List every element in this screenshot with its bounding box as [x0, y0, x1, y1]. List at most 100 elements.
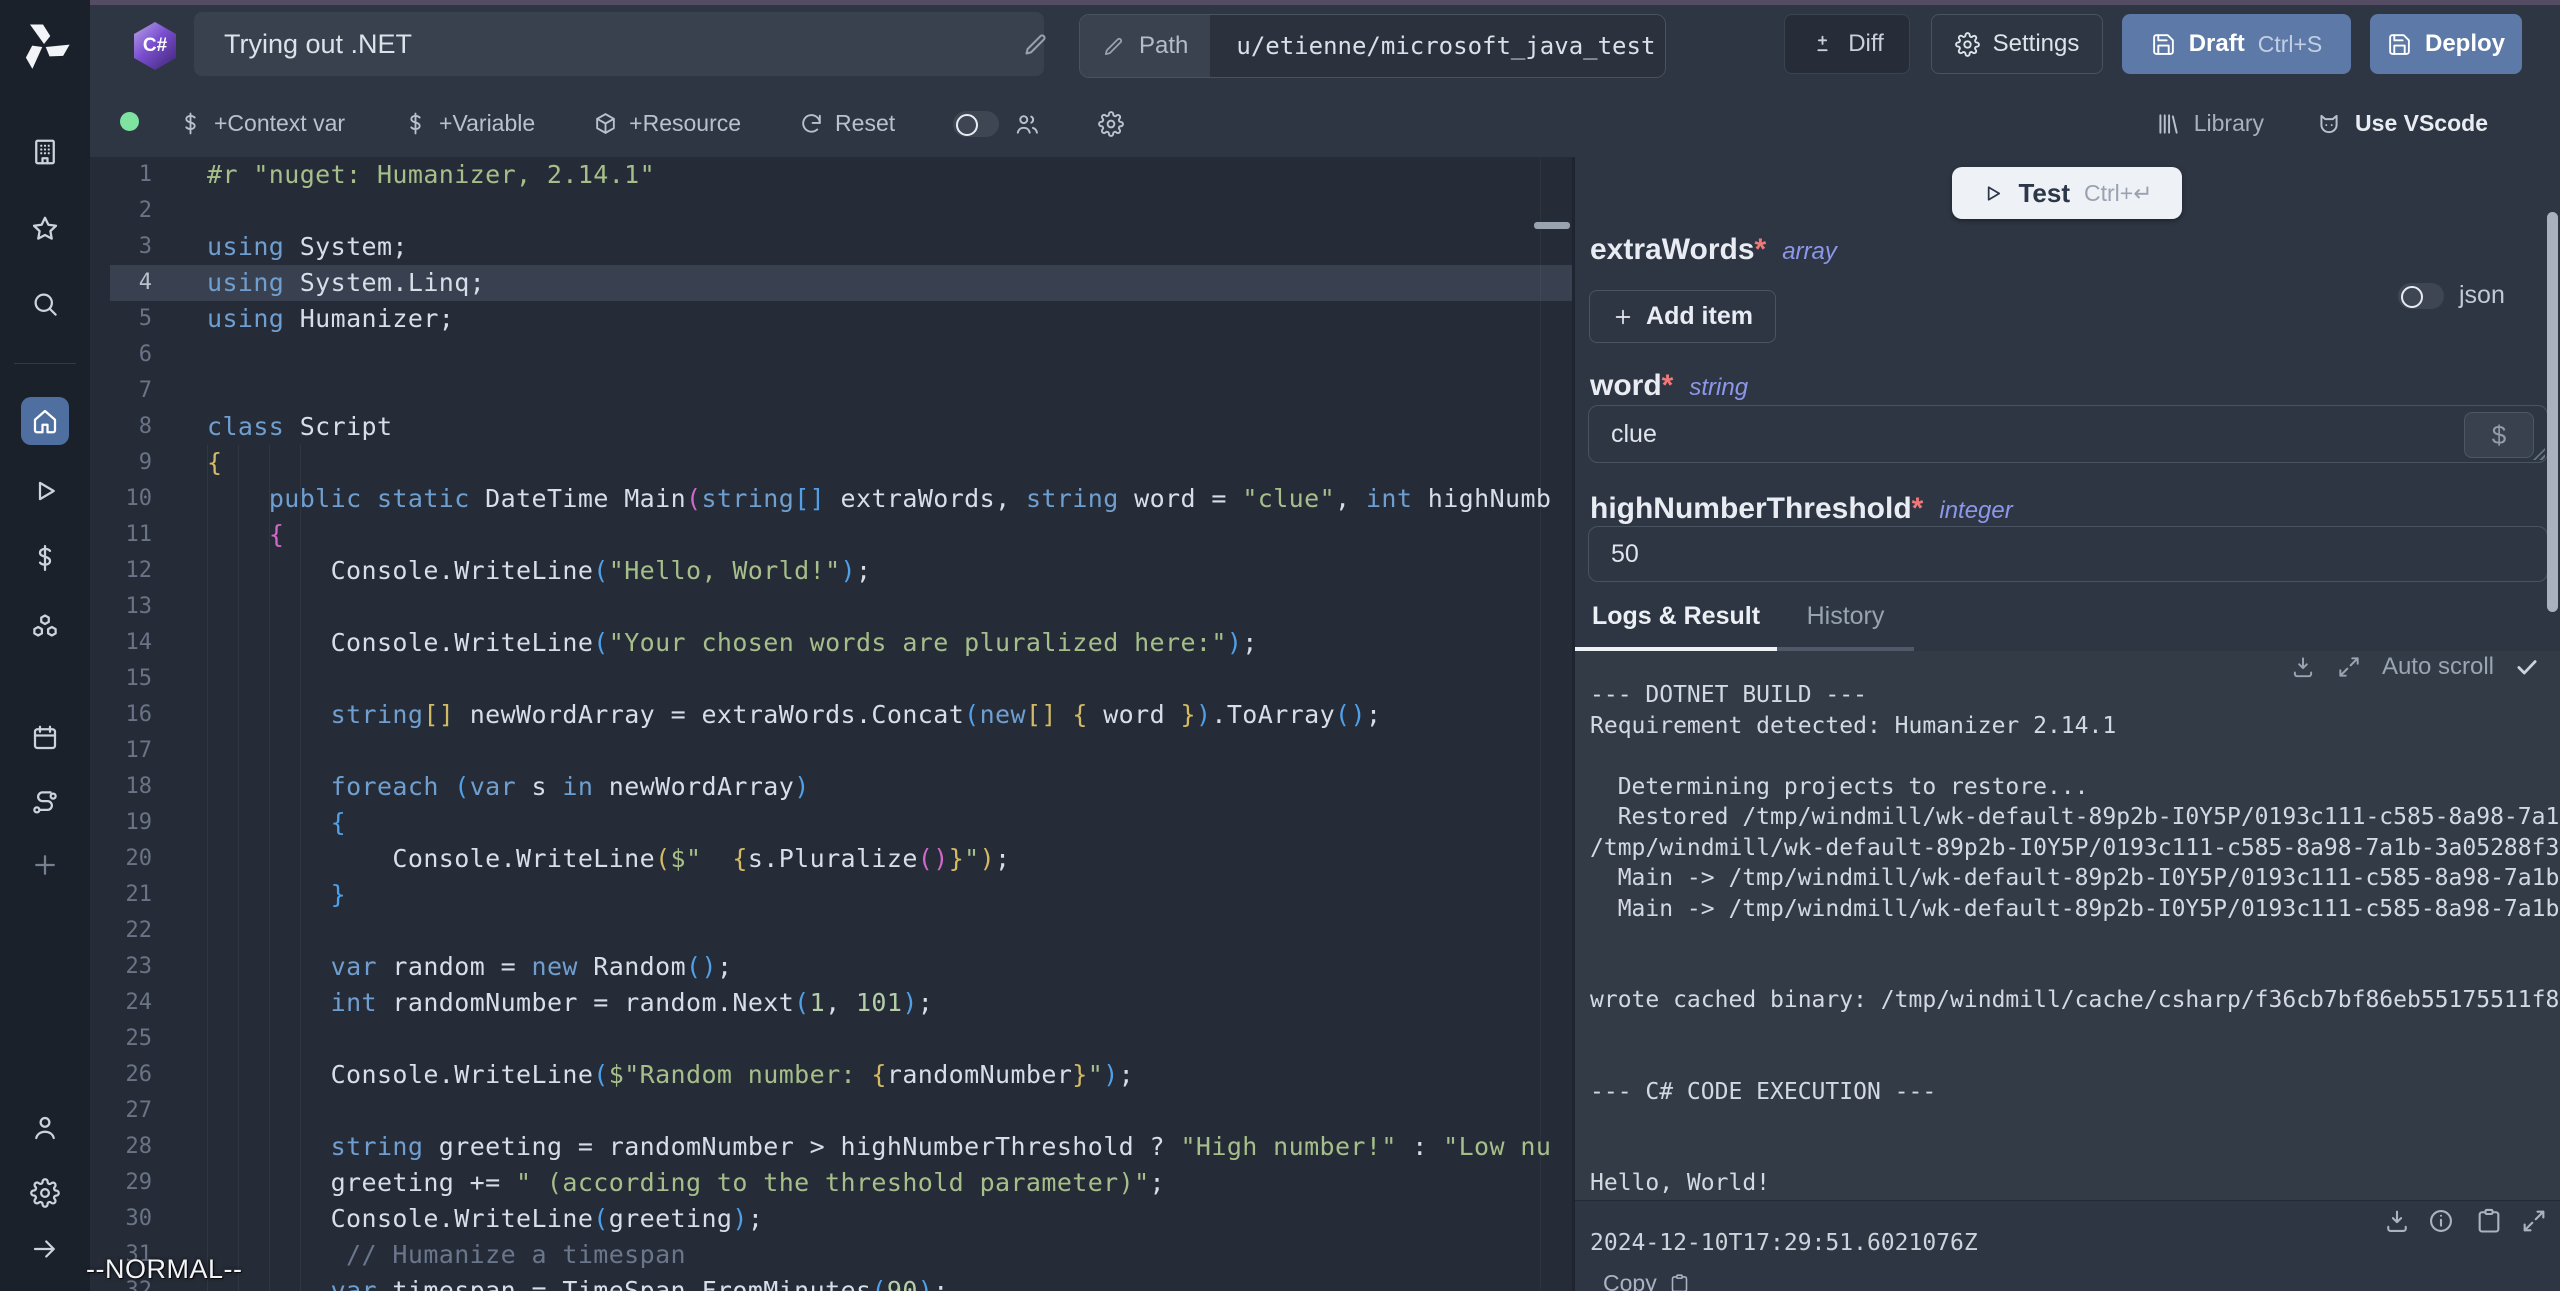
- script-title-box[interactable]: Trying out .NET: [194, 12, 1044, 76]
- code-line-15[interactable]: 15: [90, 661, 1572, 697]
- sidebar-item-cubes[interactable]: [21, 603, 69, 651]
- sidebar-item-dollar[interactable]: [21, 534, 69, 582]
- sidebar-item-gear[interactable]: [21, 1169, 69, 1217]
- code-line-6[interactable]: 6: [90, 337, 1572, 373]
- line-number[interactable]: 27: [90, 1093, 152, 1129]
- line-number[interactable]: 14: [90, 625, 152, 661]
- use-vscode-button[interactable]: Use VScode: [2316, 110, 2488, 137]
- code-line-8[interactable]: 8class Script: [90, 409, 1572, 445]
- threshold-input[interactable]: [1588, 526, 2548, 582]
- line-number[interactable]: 5: [90, 301, 152, 337]
- line-number[interactable]: 21: [90, 877, 152, 913]
- code-line-27[interactable]: 27: [90, 1093, 1572, 1129]
- code-line-12[interactable]: 12 Console.WriteLine("Hello, World!");: [90, 553, 1572, 589]
- line-number[interactable]: 10: [90, 481, 152, 517]
- line-number[interactable]: 2: [90, 193, 152, 229]
- line-number[interactable]: 25: [90, 1021, 152, 1057]
- test-button[interactable]: Test Ctrl+↵: [1952, 167, 2182, 219]
- gear-icon[interactable]: [1098, 111, 1124, 137]
- sidebar-item-user[interactable]: [21, 1104, 69, 1152]
- minimap-handle[interactable]: [1534, 222, 1570, 229]
- info-icon[interactable]: [2427, 1207, 2455, 1235]
- line-number[interactable]: 26: [90, 1057, 152, 1093]
- code-line-20[interactable]: 20 Console.WriteLine($" {s.Pluralize()}"…: [90, 841, 1572, 877]
- script-path-field[interactable]: Path u/etienne/microsoft_java_test: [1079, 14, 1666, 78]
- sidebar-item-star[interactable]: [21, 205, 69, 253]
- code-line-5[interactable]: 5using Humanizer;: [90, 301, 1572, 337]
- sidebar-item-route[interactable]: [21, 779, 69, 827]
- save-draft-button[interactable]: Draft Ctrl+S: [2122, 14, 2351, 74]
- line-number[interactable]: 4: [90, 265, 152, 301]
- code-line-10[interactable]: 10 public static DateTime Main(string[] …: [90, 481, 1572, 517]
- download-logs-icon[interactable]: [2290, 654, 2316, 680]
- line-number[interactable]: 22: [90, 913, 152, 949]
- code-line-2[interactable]: 2: [90, 193, 1572, 229]
- json-toggle[interactable]: [2398, 283, 2444, 309]
- code-line-31[interactable]: 31 // Humanize a timespan: [90, 1237, 1572, 1273]
- code-line-24[interactable]: 24 int randomNumber = random.Next(1, 101…: [90, 985, 1572, 1021]
- line-number[interactable]: 16: [90, 697, 152, 733]
- add-item-button[interactable]: Add item: [1589, 290, 1776, 343]
- assistant-toggle[interactable]: [953, 111, 999, 137]
- code-line-22[interactable]: 22: [90, 913, 1572, 949]
- sidebar-item-home[interactable]: [21, 397, 69, 445]
- line-number[interactable]: 20: [90, 841, 152, 877]
- add-context-var-button[interactable]: +Context var: [178, 110, 345, 137]
- code-line-14[interactable]: 14 Console.WriteLine("Your chosen words …: [90, 625, 1572, 661]
- code-line-3[interactable]: 3using System;: [90, 229, 1572, 265]
- code-line-23[interactable]: 23 var random = new Random();: [90, 949, 1572, 985]
- line-number[interactable]: 9: [90, 445, 152, 481]
- line-number[interactable]: 3: [90, 229, 152, 265]
- sidebar-item-plus[interactable]: [21, 841, 69, 889]
- library-button[interactable]: Library: [2155, 110, 2264, 137]
- code-line-17[interactable]: 17: [90, 733, 1572, 769]
- path-value-wrap[interactable]: u/etienne/microsoft_java_test: [1210, 15, 1665, 77]
- code-line-11[interactable]: 11 {: [90, 517, 1572, 553]
- sidebar-item-search[interactable]: [21, 280, 69, 328]
- download-result-icon[interactable]: [2383, 1207, 2411, 1235]
- line-number[interactable]: 13: [90, 589, 152, 625]
- line-number[interactable]: 23: [90, 949, 152, 985]
- tab-logs-and-result[interactable]: Logs & Result: [1575, 585, 1777, 651]
- line-number[interactable]: 29: [90, 1165, 152, 1201]
- code-line-19[interactable]: 19 {: [90, 805, 1572, 841]
- line-number[interactable]: 19: [90, 805, 152, 841]
- tab-history[interactable]: History: [1777, 585, 1914, 651]
- script-title[interactable]: Trying out .NET: [224, 29, 412, 60]
- code-line-26[interactable]: 26 Console.WriteLine($"Random number: {r…: [90, 1057, 1572, 1093]
- code-line-21[interactable]: 21 }: [90, 877, 1572, 913]
- add-variable-button[interactable]: +Variable: [403, 110, 535, 137]
- code-editor[interactable]: 1#r "nuget: Humanizer, 2.14.1"23using Sy…: [90, 157, 1572, 1291]
- code-line-7[interactable]: 7: [90, 373, 1572, 409]
- copy-result-icon[interactable]: [2475, 1207, 2503, 1235]
- add-resource-button[interactable]: +Resource: [593, 110, 741, 137]
- code-line-4[interactable]: 4using System.Linq;: [90, 265, 1572, 301]
- line-number[interactable]: 6: [90, 337, 152, 373]
- code-line-28[interactable]: 28 string greeting = randomNumber > high…: [90, 1129, 1572, 1165]
- line-number[interactable]: 28: [90, 1129, 152, 1165]
- code-line-18[interactable]: 18 foreach (var s in newWordArray): [90, 769, 1572, 805]
- line-number[interactable]: 15: [90, 661, 152, 697]
- windmill-logo-icon[interactable]: [14, 16, 74, 76]
- settings-button[interactable]: Settings: [1931, 14, 2103, 74]
- diff-button[interactable]: Diff: [1784, 14, 1910, 74]
- reset-button[interactable]: Reset: [799, 110, 895, 137]
- word-input[interactable]: [1588, 405, 2548, 463]
- code-line-13[interactable]: 13: [90, 589, 1572, 625]
- line-number[interactable]: 1: [90, 157, 152, 193]
- sidebar-item-arrow-right[interactable]: [21, 1225, 69, 1273]
- users-icon[interactable]: [1014, 111, 1040, 137]
- line-number[interactable]: 18: [90, 769, 152, 805]
- line-number[interactable]: 7: [90, 373, 152, 409]
- code-line-9[interactable]: 9{: [90, 445, 1572, 481]
- line-number[interactable]: 24: [90, 985, 152, 1021]
- code-line-29[interactable]: 29 greeting += " (according to the thres…: [90, 1165, 1572, 1201]
- sidebar-item-play[interactable]: [21, 467, 69, 515]
- expand-logs-icon[interactable]: [2336, 654, 2362, 680]
- deploy-button[interactable]: Deploy: [2370, 14, 2522, 74]
- path-value[interactable]: u/etienne/microsoft_java_test: [1236, 32, 1655, 60]
- log-output-panel[interactable]: --- DOTNET BUILD --- Requirement detecte…: [1575, 651, 2560, 1200]
- code-line-1[interactable]: 1#r "nuget: Humanizer, 2.14.1": [90, 157, 1572, 193]
- line-number[interactable]: 17: [90, 733, 152, 769]
- code-line-32[interactable]: 32 var timespan = TimeSpan.FromMinutes(9…: [90, 1273, 1572, 1291]
